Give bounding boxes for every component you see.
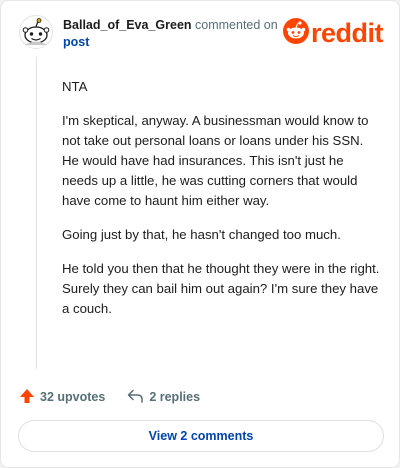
comment-actions: 32 upvotes 2 replies <box>19 387 200 407</box>
reply-arrow-icon <box>127 388 149 407</box>
thread-line[interactable] <box>36 57 37 369</box>
reddit-logo[interactable]: reddit <box>282 17 384 49</box>
post-link[interactable]: post <box>63 34 283 51</box>
comment-header: Ballad_of_Eva_Green commented on post re… <box>19 13 385 53</box>
reddit-wordmark: reddit <box>310 17 384 48</box>
comment-paragraph: I'm skeptical, anyway. A businessman wou… <box>62 113 369 208</box>
replies-count: 2 replies <box>149 390 201 404</box>
view-comments-button[interactable]: View 2 comments <box>18 420 384 452</box>
commented-on-label: commented on <box>195 18 278 32</box>
reddit-logo-icon <box>282 17 309 49</box>
comment-paragraph: NTA <box>62 79 88 94</box>
replies-button[interactable]: 2 replies <box>127 388 200 407</box>
comment-paragraph: He told you then that he thought they we… <box>62 261 380 316</box>
upvote-button[interactable]: 32 upvotes <box>19 388 105 407</box>
comment-paragraph: Going just by that, he hasn't changed to… <box>62 227 341 242</box>
upvote-count: 32 upvotes <box>40 390 106 404</box>
snoo-avatar-icon[interactable] <box>19 15 53 49</box>
upvote-arrow-icon <box>19 388 40 407</box>
author-username[interactable]: Ballad_of_Eva_Green <box>63 18 192 32</box>
comment-body: NTA I'm skeptical, anyway. A businessman… <box>62 77 380 333</box>
comment-meta: Ballad_of_Eva_Green commented on post <box>63 17 283 51</box>
comment-card: Ballad_of_Eva_Green commented on post re… <box>0 0 400 468</box>
